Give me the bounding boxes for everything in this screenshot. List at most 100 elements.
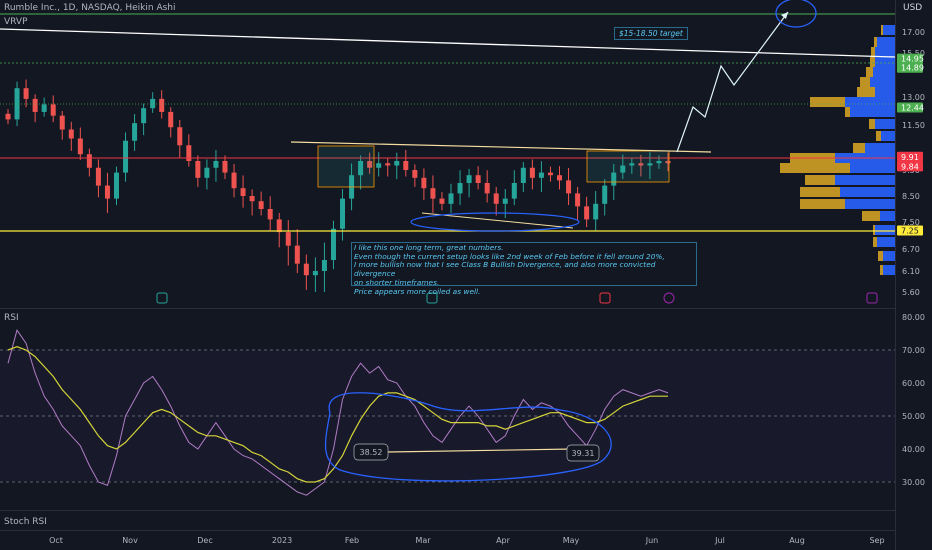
rsi-tick-label: 30.00: [902, 478, 925, 487]
y-tick-label: 11.50: [902, 121, 925, 130]
profile-bar-up: [883, 251, 895, 261]
candle-body: [23, 88, 29, 99]
note-line: I more bullish now that I see Class B Bu…: [354, 260, 656, 279]
profile-bar-up: [883, 25, 895, 35]
candle-body: [557, 175, 563, 181]
projection-path: [676, 11, 789, 153]
candle-body: [159, 98, 165, 112]
currency-label[interactable]: USD: [903, 3, 922, 13]
candle-body: [213, 161, 219, 168]
y-tick-label: 13.00: [902, 93, 925, 102]
candle-body: [593, 203, 599, 220]
projection-arrow: [781, 12, 788, 19]
x-tick-label: Jun: [645, 536, 659, 545]
candle-body: [195, 161, 201, 178]
candle-body: [231, 172, 237, 189]
chart-title: Rumble Inc., 1D, NASDAQ, Heikin Ashi: [4, 3, 176, 13]
candle-body: [330, 228, 336, 260]
x-tick-label: May: [563, 536, 580, 545]
candle-body: [511, 183, 517, 199]
rsi-tick-label: 60.00: [902, 379, 925, 388]
profile-bar-up: [850, 107, 895, 117]
candle-body: [77, 138, 83, 155]
rsi-pane-label[interactable]: RSI: [4, 313, 19, 323]
range-box: [586, 150, 670, 183]
profile-bar-up: [845, 199, 895, 209]
profile-bar-down: [860, 77, 870, 87]
candle-body: [584, 206, 590, 220]
profile-bar-down: [845, 107, 850, 117]
price-label: 12.44: [901, 103, 924, 112]
x-tick-label: Aug: [789, 536, 805, 545]
stoch-rsi-pane-label[interactable]: Stoch RSI: [4, 517, 47, 527]
profile-bar-down: [800, 187, 840, 197]
profile-bar-down: [871, 47, 875, 57]
trend-line: [0, 28, 896, 58]
candle-body: [493, 193, 499, 204]
candle-body: [258, 201, 264, 209]
price-label: 14.95: [901, 55, 924, 64]
candle-body: [538, 172, 544, 178]
vrvp-label[interactable]: VRVP: [4, 17, 28, 27]
candle-body: [32, 98, 38, 112]
profile-bar-down: [810, 97, 845, 107]
price-label: 7.25: [901, 226, 919, 235]
candle-body: [204, 167, 210, 178]
earnings-marker: [866, 292, 878, 304]
candle-body: [141, 108, 147, 124]
candle-body: [186, 145, 192, 161]
candle-body: [457, 183, 463, 194]
profile-bar-up: [875, 47, 895, 57]
profile-bar-down: [880, 265, 883, 275]
earnings-marker: [156, 292, 168, 304]
profile-bar-up: [877, 237, 895, 247]
candle-body: [321, 260, 327, 271]
profile-bar-up: [865, 143, 895, 153]
x-tick-label: Sep: [869, 536, 884, 545]
rsi-band: [0, 350, 895, 481]
candle-body: [421, 177, 427, 189]
profile-bar-down: [853, 143, 865, 153]
candle-body: [285, 232, 291, 246]
profile-bar-down: [805, 175, 835, 185]
x-tick-label: Mar: [415, 536, 431, 545]
rsi-tick-label: 50.00: [902, 412, 925, 421]
y-tick-label: 17.00: [902, 28, 925, 37]
candle-body: [95, 167, 101, 186]
profile-bar-down: [873, 225, 875, 235]
x-tick-label: Apr: [496, 536, 511, 545]
x-tick-label: Feb: [345, 536, 359, 545]
profile-bar-down: [857, 87, 875, 97]
candle-body: [132, 123, 138, 141]
candle-body: [303, 263, 309, 276]
profile-bar-up: [870, 77, 895, 87]
profile-bar-down: [866, 67, 873, 77]
price-label: 9.91: [901, 153, 919, 162]
pane-separator: [0, 308, 895, 309]
profile-bar-down: [870, 57, 875, 67]
x-tick-label: Nov: [122, 536, 138, 545]
candle-body: [104, 185, 110, 199]
y-tick-label: 8.50: [902, 192, 920, 201]
candle-body: [59, 115, 65, 130]
profile-bar-up: [875, 225, 895, 235]
candle-body: [276, 219, 282, 233]
candle-body: [50, 104, 56, 116]
profile-bar-up: [877, 37, 895, 47]
candle-body: [575, 193, 581, 207]
profile-bar-up: [835, 175, 895, 185]
candle-body: [529, 167, 535, 178]
candle-body: [475, 175, 481, 183]
price-label: 14.89: [901, 64, 924, 73]
range-box: [317, 145, 375, 188]
candle-body: [403, 161, 409, 170]
candle-body: [520, 167, 526, 183]
profile-bar-up: [840, 187, 895, 197]
pane-separator: [0, 510, 895, 511]
y-tick-label: 5.60: [902, 288, 920, 297]
y-tick-label: 6.10: [902, 267, 920, 276]
candle-body: [168, 111, 174, 128]
profile-bar-down: [800, 199, 845, 209]
candle-body: [41, 104, 47, 112]
profile-bar-down: [874, 37, 877, 47]
